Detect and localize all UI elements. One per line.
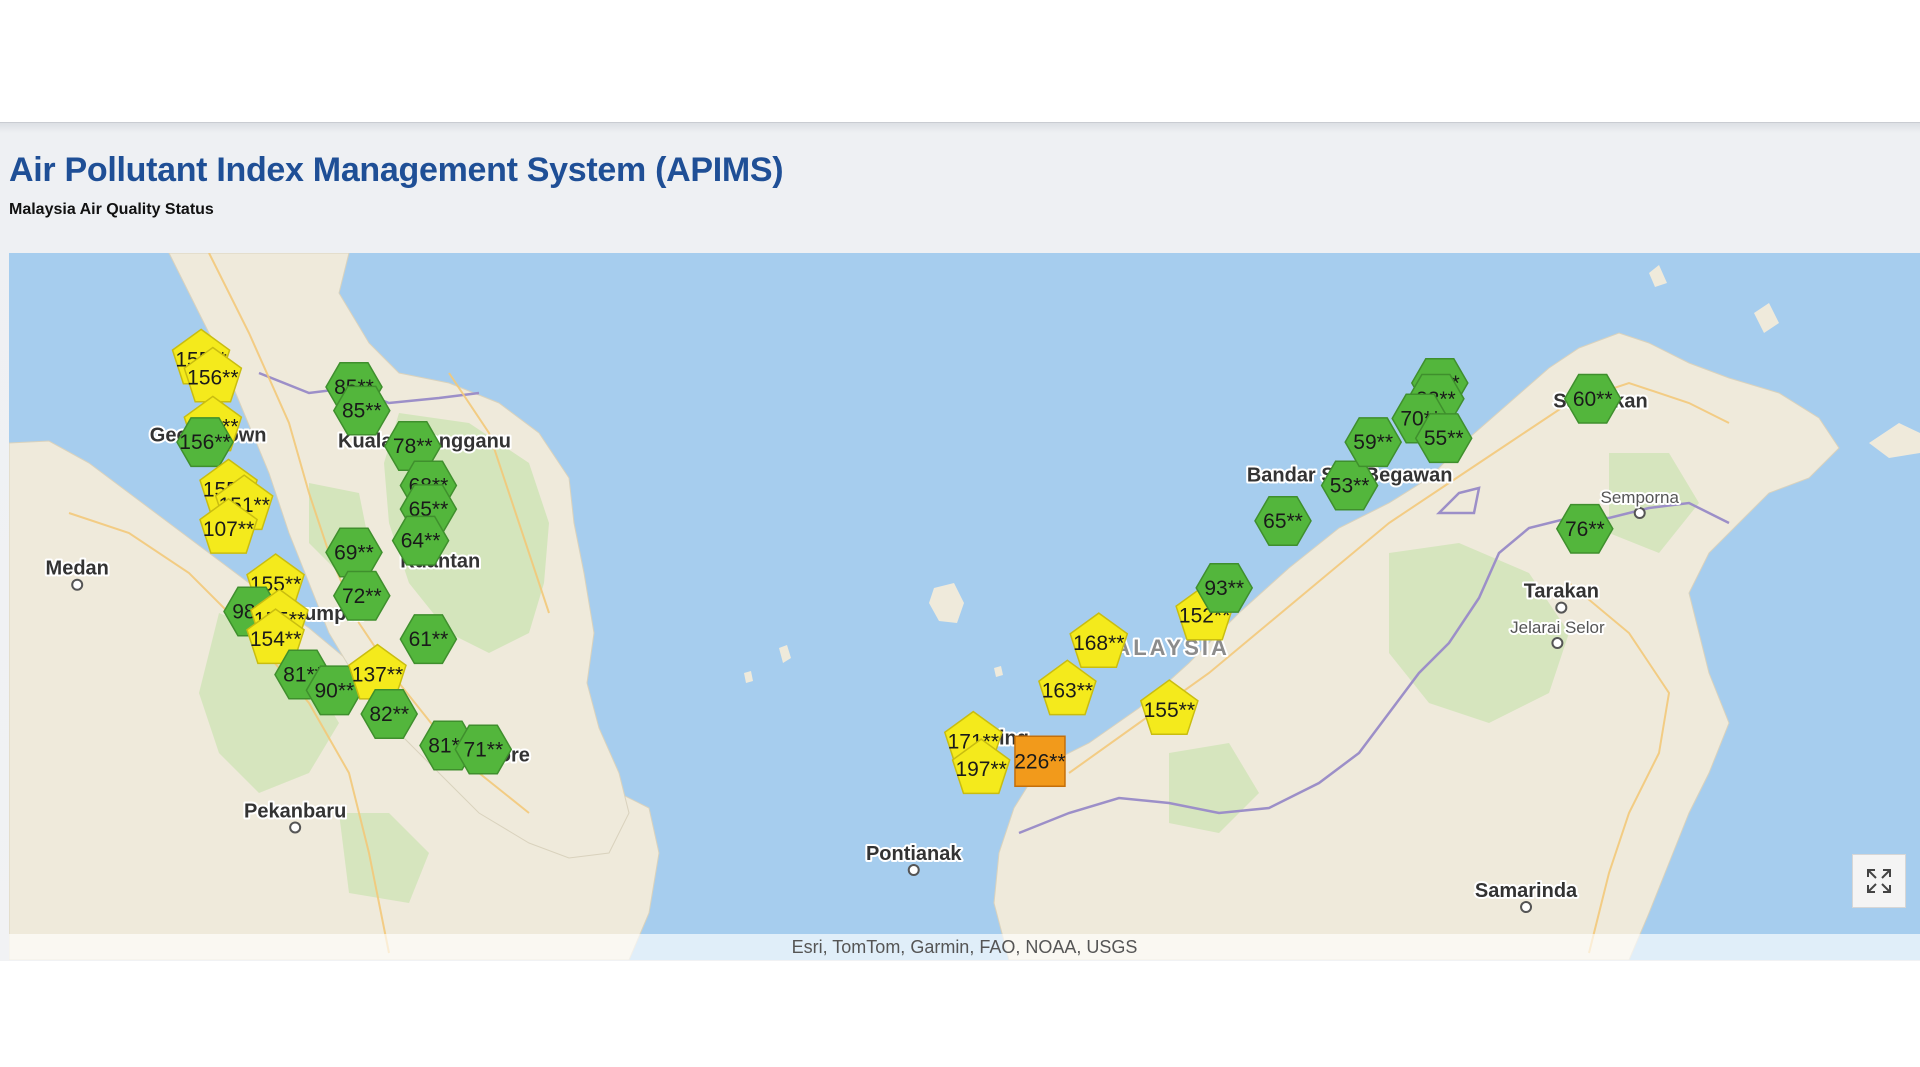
map-attribution: Esri, TomTom, Garmin, FAO, NOAA, USGS xyxy=(9,934,1920,960)
aqi-station-value: 55** xyxy=(1424,427,1464,450)
aqi-station-value: 107** xyxy=(203,518,254,541)
place-label-jelarai-selor: Jelarai Selor xyxy=(1510,618,1605,637)
aqi-station-marker[interactable]: 226** xyxy=(1014,735,1066,788)
aqi-station-value: 137** xyxy=(352,664,403,687)
aqi-station-value: 155** xyxy=(1144,699,1195,722)
place-label-samarinda: Samarinda xyxy=(1475,880,1578,902)
place-label-pontianak: Pontianak xyxy=(866,843,962,865)
aqi-station-value: 156** xyxy=(179,431,230,454)
aqi-station-value: 90** xyxy=(315,679,355,702)
aqi-station-value: 72** xyxy=(342,585,382,608)
aqi-station-value: 64** xyxy=(401,530,441,553)
aqi-station-value: 78** xyxy=(393,435,433,458)
place-dot-jelarai-selor xyxy=(1551,637,1564,650)
place-dot-pekanbaru xyxy=(289,821,302,834)
aqi-station-value: 60** xyxy=(1573,388,1613,411)
aqi-station-value: 53** xyxy=(1330,474,1370,497)
page-header: Air Pollutant Index Management System (A… xyxy=(0,123,1920,253)
place-label-pekanbaru: Pekanbaru xyxy=(244,800,346,822)
place-label-tarakan: Tarakan xyxy=(1524,581,1599,603)
place-label-medan: Medan xyxy=(46,558,109,580)
expand-icon xyxy=(1867,869,1891,893)
aqi-station-value: 156** xyxy=(187,367,238,390)
aqi-station-value: 65** xyxy=(1263,510,1303,533)
aqi-station-value: 154** xyxy=(250,628,301,651)
aqi-station-value: 76** xyxy=(1565,518,1605,541)
aqi-station-value: 82** xyxy=(369,703,409,726)
place-dot-samarinda xyxy=(1520,901,1533,914)
place-dot-semporna xyxy=(1633,507,1646,520)
aqi-station-value: 93** xyxy=(1204,577,1244,600)
fullscreen-button[interactable] xyxy=(1852,854,1906,908)
aqi-station-value: 197** xyxy=(955,758,1006,781)
aqi-station-value: 163** xyxy=(1042,679,1093,702)
map-canvas[interactable]: Medan Pekanbaru Pontianak Samarinda Tarakan J… xyxy=(9,253,1920,960)
aqi-station-value: 168** xyxy=(1073,632,1124,655)
place-dot-pontianak xyxy=(907,864,920,877)
place-dot-medan xyxy=(71,578,84,591)
place-label-semporna: Semporna xyxy=(1601,488,1680,507)
aqi-station-value: 69** xyxy=(334,541,374,564)
aqi-station-value: 61** xyxy=(409,628,449,651)
aqi-station-value: 226** xyxy=(1014,750,1065,773)
aqi-station-value: 71** xyxy=(463,738,503,761)
aqi-station-value: 59** xyxy=(1353,431,1393,454)
air-quality-map[interactable]: Medan Pekanbaru Pontianak Samarinda Tarakan J… xyxy=(9,253,1920,960)
page-subtitle: Malaysia Air Quality Status xyxy=(9,201,214,218)
aqi-station-value: 85** xyxy=(342,400,382,423)
place-dot-tarakan xyxy=(1555,601,1568,614)
app-frame: Air Pollutant Index Management System (A… xyxy=(0,122,1920,961)
page-title: Air Pollutant Index Management System (A… xyxy=(9,151,784,189)
